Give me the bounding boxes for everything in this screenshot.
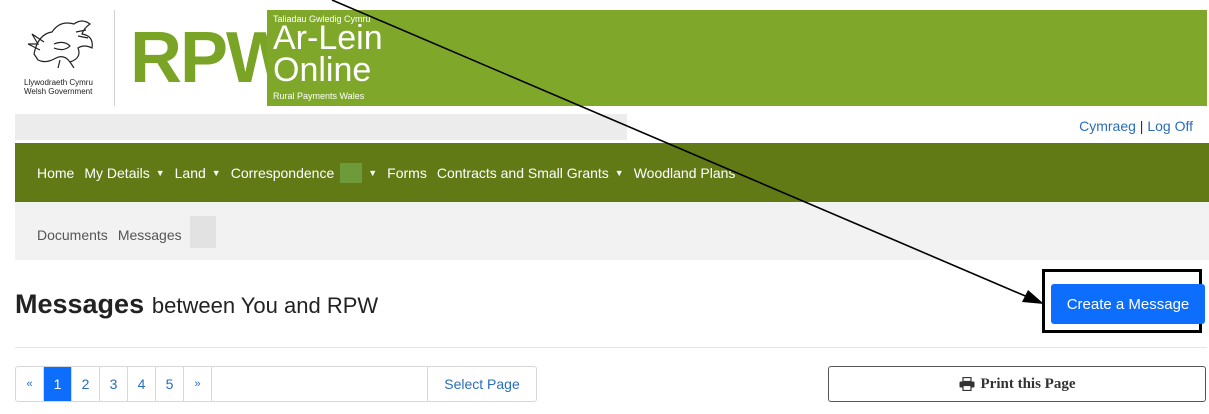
print-page-label: Print this Page: [980, 375, 1076, 392]
create-message-button[interactable]: Create a Message: [1051, 284, 1205, 324]
main-navigation: Home My Details ▼ Land ▼ Correspondence ▼ F…: [15, 143, 1209, 202]
account-links: Cymraeg | Log Off: [1079, 118, 1193, 134]
page-title-sub: between You and RPW: [151, 293, 379, 318]
online-banner: Taliadau Gwledig Cymru Ar-Lein Online Ru…: [267, 10, 1207, 106]
correspondence-badge: [340, 163, 363, 183]
sub-navigation: Documents Messages: [15, 202, 1209, 260]
nav-my-details[interactable]: My Details ▼: [84, 165, 164, 181]
subnav-messages[interactable]: Messages: [118, 227, 182, 243]
messages-badge: [189, 216, 216, 248]
gov-name-english: Welsh Government: [24, 87, 93, 96]
logo-divider: [114, 10, 115, 106]
page-title: Messages between You and RPW: [15, 288, 378, 320]
pagination-page-4[interactable]: 4: [128, 367, 156, 401]
banner-english-title: Rural Payments Wales: [273, 91, 365, 101]
pagination-spacer: [212, 367, 428, 401]
nav-my-details-label: My Details: [84, 165, 150, 181]
page-title-main: Messages: [15, 289, 145, 319]
nav-contracts[interactable]: Contracts and Small Grants ▼: [437, 165, 624, 181]
pagination-page-1[interactable]: 1: [44, 367, 72, 401]
gov-name-welsh: Llywodraeth Cymru: [24, 78, 93, 87]
nav-land[interactable]: Land ▼: [175, 165, 221, 181]
pagination-next[interactable]: »: [184, 367, 212, 401]
nav-home[interactable]: Home: [37, 165, 74, 181]
welsh-government-logo[interactable]: Llywodraeth Cymru Welsh Government: [12, 10, 112, 106]
caret-down-icon: ▼: [368, 168, 378, 178]
nav-correspondence-label: Correspondence: [230, 165, 335, 181]
caret-down-icon: ▼: [211, 168, 221, 178]
print-page-button[interactable]: Print this Page: [828, 366, 1206, 402]
user-info-bar: [15, 114, 627, 140]
cymraeg-link[interactable]: Cymraeg: [1079, 118, 1136, 134]
log-off-link[interactable]: Log Off: [1147, 118, 1193, 134]
pagination-page-5[interactable]: 5: [156, 367, 184, 401]
subnav-documents[interactable]: Documents: [37, 227, 108, 243]
link-separator: |: [1139, 118, 1144, 134]
pagination-prev[interactable]: «: [16, 367, 44, 401]
site-header: Llywodraeth Cymru Welsh Government RPW T…: [12, 10, 1207, 106]
nav-land-label: Land: [174, 165, 206, 181]
nav-contracts-label: Contracts and Small Grants: [436, 165, 609, 181]
welsh-dragon-icon: [27, 20, 93, 68]
select-page-button[interactable]: Select Page: [428, 367, 536, 401]
nav-forms[interactable]: Forms: [387, 165, 427, 181]
nav-correspondence[interactable]: Correspondence ▼: [231, 163, 377, 183]
banner-online: Online: [273, 51, 372, 89]
nav-woodland-plans[interactable]: Woodland Plans: [634, 165, 736, 181]
pagination-page-3[interactable]: 3: [100, 367, 128, 401]
caret-down-icon: ▼: [614, 168, 624, 178]
title-divider: [15, 347, 1207, 348]
caret-down-icon: ▼: [155, 168, 165, 178]
pagination-page-2[interactable]: 2: [72, 367, 100, 401]
pagination: « 1 2 3 4 5 » Select Page: [15, 366, 537, 402]
printer-icon: [959, 377, 974, 391]
